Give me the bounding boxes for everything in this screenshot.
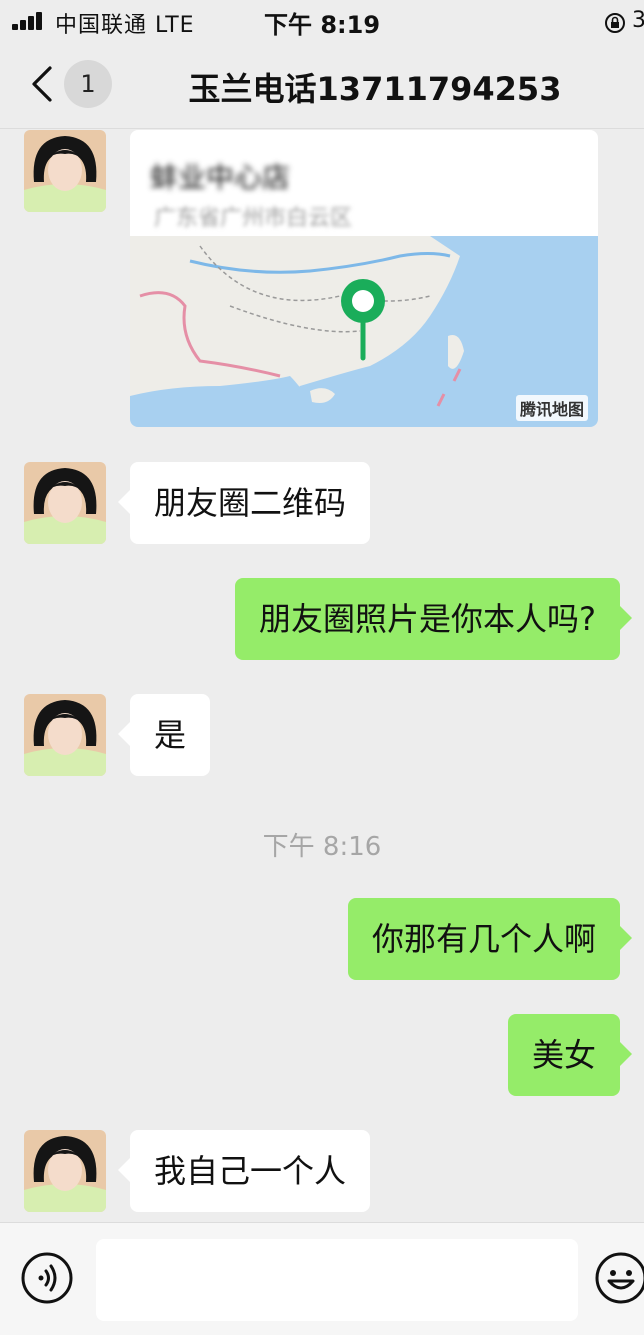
chat-title: 玉兰电话13711794253 (188, 70, 562, 108)
contact-avatar[interactable] (24, 1130, 106, 1212)
location-message-card[interactable]: 蚌业中心店 广东省广州市白云区 腾讯地图 (130, 130, 598, 427)
incoming-message[interactable]: 我自己一个人 (117, 1130, 371, 1212)
outgoing-message[interactable]: 美女 (507, 1014, 633, 1096)
outgoing-message[interactable]: 你那有几个人啊 (347, 898, 633, 980)
battery-percent: 3 (632, 8, 644, 33)
message-timestamp: 下午 8:16 (262, 832, 382, 862)
contact-avatar[interactable] (24, 130, 106, 212)
rotation-lock-icon (605, 13, 625, 33)
location-name: 蚌业中心店 (150, 161, 291, 194)
incoming-message[interactable]: 朋友圈二维码 (117, 462, 371, 544)
contact-avatar[interactable] (24, 462, 106, 544)
outgoing-message[interactable]: 朋友圈照片是你本人吗? (235, 578, 632, 660)
location-address: 广东省广州市白云区 (154, 206, 353, 231)
clock: 下午 8:19 (263, 11, 381, 39)
message-input-bar (0, 1222, 644, 1335)
chat-header: 1 玉兰电话13711794253 (0, 44, 644, 129)
message-text-field[interactable] (96, 1239, 578, 1321)
voice-input-icon[interactable] (20, 1251, 74, 1305)
contact-avatar[interactable] (24, 694, 106, 776)
status-bar: 中国联通 LTE 下午 8:19 3 (0, 0, 644, 44)
incoming-message[interactable]: 是 (117, 694, 211, 776)
map-provider-logo: 腾讯地图 (515, 395, 588, 421)
emoji-icon[interactable] (594, 1251, 644, 1305)
